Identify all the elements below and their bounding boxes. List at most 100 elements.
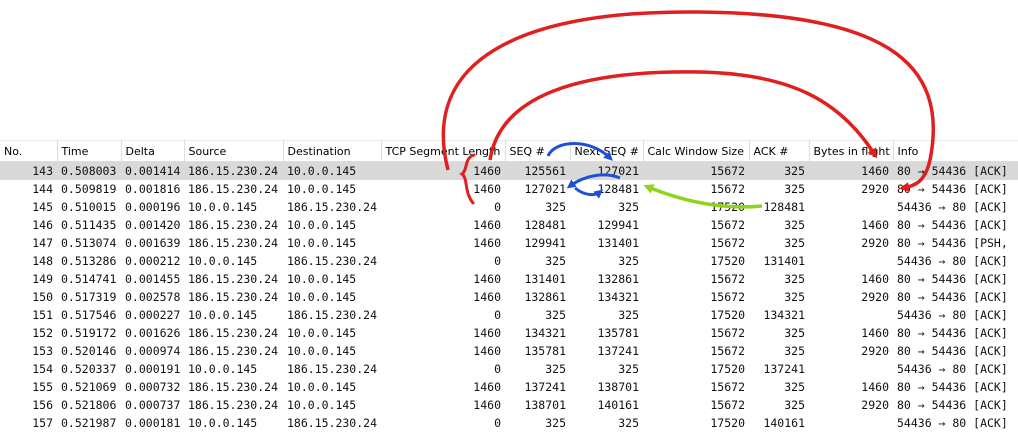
col-header-source[interactable]: Source [184,140,284,162]
cell-delta: 0.001420 [125,218,181,232]
cell-no: 145 [32,200,53,214]
packet-row[interactable]: 144 0.509819 0.001816 186.15.230.24 10.0.0.1… [0,180,1018,198]
cell-seq: 134321 [524,326,566,340]
cell-no: 153 [32,344,53,358]
col-header-no[interactable]: No. [0,140,58,162]
cell-next-seq: 325 [618,362,639,376]
cell-source: 186.15.230.24 [188,272,279,286]
cell-calc-window-size: 17520 [710,308,745,322]
cell-info: 80 → 54436 [ACK] [897,272,1008,286]
cell-tcp-segment-length: 1460 [473,326,501,340]
cell-delta: 0.000212 [125,254,181,268]
cell-tcp-segment-length: 1460 [381,161,505,180]
cell-seq: 125561 [505,161,570,180]
col-header-tcp-segment-length[interactable]: TCP Segment Length [381,140,506,162]
cell-ack: 325 [784,344,805,358]
cell-destination: 10.0.0.145 [287,272,357,286]
cell-source: 186.15.230.24 [188,218,279,232]
cell-time: 0.513074 [61,236,117,250]
packet-row[interactable]: 154 0.520337 0.000191 10.0.0.145 186.15.230.… [0,360,1018,378]
cell-delta: 0.000737 [125,398,181,412]
cell-tcp-segment-length: 0 [494,362,501,376]
col-header-seq[interactable]: SEQ # [505,140,571,162]
packet-row[interactable]: 153 0.520146 0.000974 186.15.230.24 10.0.0.1… [0,342,1018,360]
packet-row[interactable]: 149 0.514741 0.001455 186.15.230.24 10.0.0.1… [0,270,1018,288]
col-header-delta[interactable]: Delta [121,140,185,162]
col-header-info[interactable]: Info [893,140,1018,162]
cell-bytes-in-flight [809,198,893,216]
cell-info: 80 → 54436 [ACK] [897,182,1008,196]
cell-time: 0.511435 [61,218,117,232]
cell-info: 54436 → 80 [ACK] [897,200,1008,214]
cell-calc-window-size: 17520 [710,200,745,214]
col-header-bytes-in-flight[interactable]: Bytes in flight [809,140,894,162]
col-header-next-seq[interactable]: Next SEQ # [570,140,644,162]
cell-time: 0.517319 [61,290,117,304]
cell-next-seq: 127021 [570,161,643,180]
cell-no: 143 [0,161,57,180]
cell-next-seq: 129941 [597,218,639,232]
packet-row[interactable]: 143 0.508003 0.001414 186.15.230.24 10.0.0.1… [0,161,1018,180]
cell-info: 54436 → 80 [ACK] [897,254,1008,268]
packet-row[interactable]: 145 0.510015 0.000196 10.0.0.145 186.15.230.… [0,198,1018,216]
cell-tcp-segment-length: 1460 [473,182,501,196]
cell-calc-window-size: 15672 [643,161,749,180]
cell-bytes-in-flight: 1460 [861,272,889,286]
col-header-destination[interactable]: Destination [283,140,382,162]
col-header-time[interactable]: Time [57,140,122,162]
cell-calc-window-size: 15672 [710,290,745,304]
cell-source: 186.15.230.24 [188,182,279,196]
cell-delta: 0.000732 [125,380,181,394]
cell-bytes-in-flight: 2920 [861,398,889,412]
packet-row[interactable]: 150 0.517319 0.002578 186.15.230.24 10.0.0.1… [0,288,1018,306]
cell-seq: 325 [545,200,566,214]
cell-time: 0.513286 [61,254,117,268]
cell-calc-window-size: 15672 [710,218,745,232]
cell-bytes-in-flight: 2920 [861,344,889,358]
cell-ack: 325 [784,290,805,304]
cell-no: 151 [32,308,53,322]
packet-row[interactable]: 156 0.521806 0.000737 186.15.230.24 10.0.0.1… [0,396,1018,414]
cell-time: 0.520337 [61,362,117,376]
packet-row[interactable]: 152 0.519172 0.001626 186.15.230.24 10.0.0.1… [0,324,1018,342]
packet-row[interactable]: 147 0.513074 0.001639 186.15.230.24 10.0.0.1… [0,234,1018,252]
packet-row[interactable]: 155 0.521069 0.000732 186.15.230.24 10.0.0.1… [0,378,1018,396]
cell-calc-window-size: 15672 [710,398,745,412]
cell-source: 10.0.0.145 [188,416,258,430]
cell-bytes-in-flight: 1460 [861,326,889,340]
column-header-row: No. Time Delta Source Destination TCP Se… [0,140,1018,162]
packet-row[interactable]: 151 0.517546 0.000227 10.0.0.145 186.15.230.… [0,306,1018,324]
cell-time: 0.519172 [61,326,117,340]
cell-bytes-in-flight [809,306,893,324]
cell-no: 154 [32,362,53,376]
cell-bytes-in-flight: 1460 [861,380,889,394]
packet-row[interactable]: 148 0.513286 0.000212 10.0.0.145 186.15.230.… [0,252,1018,270]
cell-delta: 0.001816 [125,182,181,196]
cell-info: 80 → 54436 [ACK] [897,290,1008,304]
cell-time: 0.514741 [61,272,117,286]
cell-seq: 129941 [524,236,566,250]
cell-delta: 0.001626 [125,326,181,340]
cell-next-seq: 132861 [597,272,639,286]
cell-no: 150 [32,290,53,304]
cell-time: 0.520146 [61,344,117,358]
cell-destination: 10.0.0.145 [287,326,357,340]
cell-next-seq: 128481 [597,182,639,196]
cell-tcp-segment-length: 1460 [473,272,501,286]
cell-no: 152 [32,326,53,340]
cell-source: 10.0.0.145 [188,254,258,268]
col-header-calc-window-size[interactable]: Calc Window Size [643,140,750,162]
col-header-ack[interactable]: ACK # [749,140,810,162]
cell-seq: 132861 [524,290,566,304]
cell-no: 157 [32,416,53,430]
cell-calc-window-size: 15672 [710,182,745,196]
cell-seq: 137241 [524,380,566,394]
cell-next-seq: 138701 [597,380,639,394]
cell-next-seq: 325 [618,254,639,268]
cell-source: 186.15.230.24 [188,290,279,304]
packet-row[interactable]: 157 0.521987 0.000181 10.0.0.145 186.15.230.… [0,414,1018,432]
packet-row[interactable]: 146 0.511435 0.001420 186.15.230.24 10.0.0.1… [0,216,1018,234]
cell-ack: 325 [749,161,809,180]
cell-seq: 135781 [524,344,566,358]
cell-no: 144 [32,182,53,196]
